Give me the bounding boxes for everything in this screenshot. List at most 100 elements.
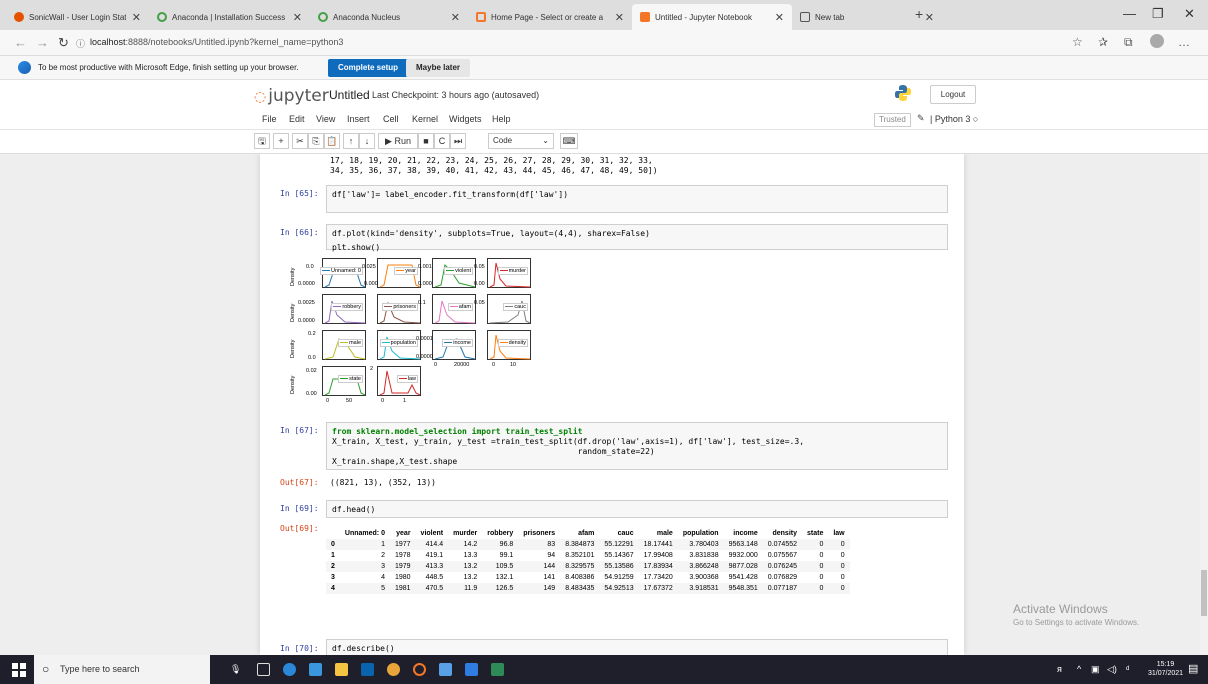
move-down-icon[interactable]: ↓ <box>359 133 375 149</box>
taskbar-clock[interactable]: 15:19 31/07/2021 <box>1148 660 1183 678</box>
menu-insert[interactable]: Insert <box>347 114 370 124</box>
jupyter-menubar: File Edit View Insert Cell Kernel Widget… <box>0 110 1208 130</box>
photos-icon[interactable] <box>439 663 452 676</box>
trusted-indicator[interactable]: Trusted <box>874 113 911 127</box>
save-icon[interactable]: 🖫 <box>254 133 270 149</box>
scrollbar-thumb[interactable] <box>1201 570 1207 616</box>
close-tab-icon[interactable]: ✕ <box>775 11 784 24</box>
windows-start-icon[interactable] <box>12 663 26 677</box>
taskbar-search-box[interactable]: ○ Type here to search <box>34 655 210 684</box>
favorite-star-icon[interactable]: ☆ <box>1072 35 1083 49</box>
tick-label: 0.05 <box>474 264 485 270</box>
language-icon[interactable]: ᵈ <box>1126 664 1129 674</box>
code-cell-69[interactable]: df.head() <box>326 500 948 518</box>
notebook-scroll-area[interactable]: 17, 18, 19, 20, 21, 22, 23, 24, 25, 26, … <box>0 154 1200 655</box>
tab-label: Anaconda | Installation Success <box>172 12 286 22</box>
close-tab-icon[interactable]: ✕ <box>132 11 141 24</box>
clock-time: 15:19 <box>1156 661 1175 668</box>
speaker-icon[interactable]: ◁) <box>1107 664 1117 675</box>
run-button[interactable]: ▶ Run <box>378 133 418 149</box>
menu-kernel[interactable]: Kernel <box>412 114 438 124</box>
task-view-icon[interactable] <box>257 663 270 676</box>
restore-icon[interactable]: ❐ <box>1152 6 1164 22</box>
excel-icon[interactable] <box>491 663 504 676</box>
close-tab-icon[interactable]: ✕ <box>293 11 302 24</box>
table-cell: 17.67372 <box>638 583 678 594</box>
tab-anaconda-nucleus[interactable]: Anaconda Nucleus ✕ <box>310 4 468 30</box>
legend-murder: murder <box>497 267 528 275</box>
legend-density: density <box>497 339 528 347</box>
pencil-icon[interactable]: ✎ <box>917 113 925 124</box>
restart-icon[interactable]: C <box>434 133 450 149</box>
more-menu-icon[interactable]: … <box>1178 35 1190 49</box>
jupyter-logo[interactable]: ◌ jupyter <box>254 86 329 106</box>
table-cell: 132.1 <box>495 574 514 581</box>
refresh-icon[interactable]: ↻ <box>58 35 69 51</box>
table-cell: 1 <box>339 539 390 550</box>
complete-setup-button[interactable]: Complete setup <box>328 59 409 77</box>
cell-type-select[interactable]: Code ⌄ <box>488 133 554 149</box>
mail-icon[interactable] <box>361 663 374 676</box>
column-header: violent <box>420 530 444 537</box>
person-icon[interactable]: ᴙ <box>1057 664 1062 674</box>
jupyter-taskbar-icon[interactable] <box>413 663 426 676</box>
column-header: prisoners <box>523 530 556 537</box>
paste-icon[interactable]: 📋 <box>324 133 340 149</box>
menu-cell[interactable]: Cell <box>383 114 399 124</box>
close-tab-icon[interactable]: ✕ <box>615 11 624 24</box>
chrome-icon[interactable] <box>387 663 400 676</box>
legend-robbery: robbery <box>331 303 363 311</box>
favorites-icon[interactable]: ✰ <box>1098 35 1108 49</box>
code-cell-66[interactable]: df.plot(kind='density', subplots=True, l… <box>326 224 948 252</box>
notebook-title[interactable]: Untitled <box>329 88 370 102</box>
restart-run-all-icon[interactable]: ⏭ <box>450 133 466 149</box>
menu-edit[interactable]: Edit <box>289 114 305 124</box>
info-icon[interactable]: ⓘ <box>76 37 85 50</box>
code-cell-65[interactable]: df['law']= label_encoder.fit_transform(d… <box>326 185 948 213</box>
menu-view[interactable]: View <box>316 114 335 124</box>
tab-sonicwall[interactable]: SonicWall - User Login Status ✕ <box>6 4 149 30</box>
command-palette-icon[interactable]: ⌨ <box>560 133 578 149</box>
minimize-icon[interactable]: — <box>1123 6 1136 21</box>
row-index: 4 <box>326 583 340 594</box>
tab-untitled-notebook[interactable]: Untitled - Jupyter Notebook ✕ <box>632 4 792 30</box>
insert-cell-plus-icon[interactable]: + <box>273 133 289 149</box>
menu-file[interactable]: File <box>262 114 277 124</box>
edge-taskbar-icon[interactable] <box>283 663 296 676</box>
subplot-afam: afam <box>432 294 476 324</box>
logout-button[interactable]: Logout <box>930 85 976 104</box>
collections-icon[interactable]: ⧉ <box>1124 35 1133 50</box>
profile-avatar[interactable] <box>1150 34 1164 48</box>
close-tab-icon[interactable]: ✕ <box>925 11 934 24</box>
store-icon[interactable] <box>335 663 348 676</box>
notifications-icon[interactable]: ▤ <box>1188 662 1198 675</box>
maybe-later-button[interactable]: Maybe later <box>406 59 471 77</box>
table-cell: 0.076245 <box>762 561 802 572</box>
cut-icon[interactable]: ✂ <box>292 133 308 149</box>
code-cell-67[interactable]: from sklearn.model_selection import trai… <box>326 422 948 470</box>
tab-anaconda-install[interactable]: Anaconda | Installation Success ✕ <box>149 4 310 30</box>
table-cell: 8.384873 <box>560 539 600 550</box>
table-cell: 109.5 <box>482 561 519 572</box>
table-row: 0 1 1977 414.4 14.2 96.8 83 8.384873 55.12291 18.… <box>326 539 850 550</box>
subplot-law: law <box>377 366 421 396</box>
microphone-icon[interactable]: 🎙 <box>230 664 241 675</box>
menu-help[interactable]: Help <box>492 114 511 124</box>
tab-home-page[interactable]: Home Page - Select or create a ✕ <box>468 4 632 30</box>
interrupt-icon[interactable]: ■ <box>418 133 434 149</box>
file-explorer-icon[interactable] <box>309 663 322 676</box>
kernel-idle-icon: ○ <box>972 114 979 124</box>
close-tab-icon[interactable]: ✕ <box>451 11 460 24</box>
new-tab-plus-icon[interactable]: + <box>915 6 923 22</box>
menu-widgets[interactable]: Widgets <box>449 114 482 124</box>
network-icon[interactable]: ▣ <box>1091 664 1100 675</box>
copy-icon[interactable]: ⎘ <box>308 133 324 149</box>
chevron-up-icon[interactable]: ^ <box>1077 664 1081 674</box>
url-field[interactable]: localhost:8888/notebooks/Untitled.ipynb?… <box>90 37 343 47</box>
close-window-icon[interactable]: ✕ <box>1184 6 1195 22</box>
move-up-icon[interactable]: ↑ <box>343 133 359 149</box>
code-cell-70[interactable]: df.describe() <box>326 639 948 655</box>
back-icon[interactable]: ← <box>14 35 27 50</box>
forward-icon[interactable]: → <box>36 35 49 50</box>
outlook-icon[interactable] <box>465 663 478 676</box>
